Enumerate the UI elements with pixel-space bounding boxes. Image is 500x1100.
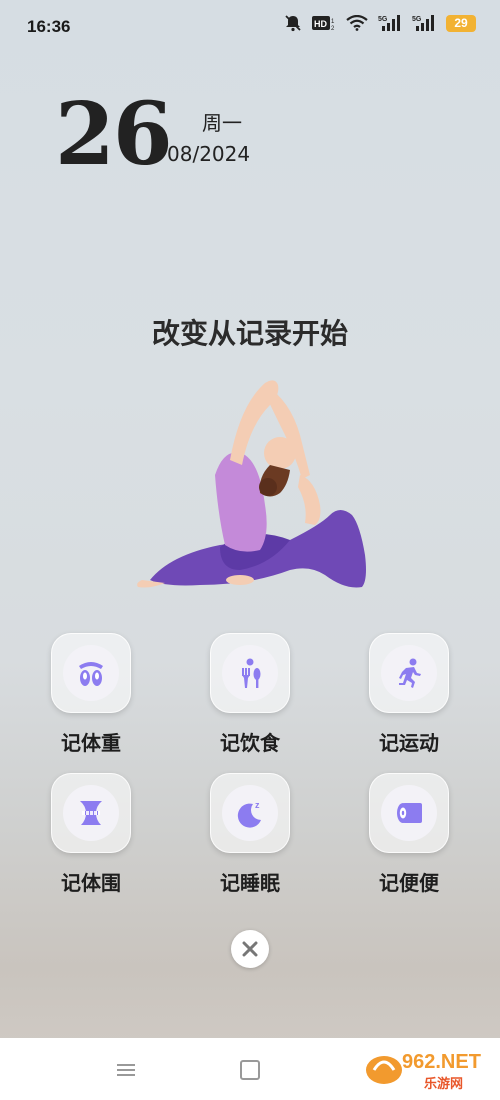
tile-sleep-label: 记睡眠 bbox=[220, 871, 280, 895]
tile-measure[interactable]: 记体围 bbox=[26, 773, 156, 896]
battery-indicator: 29 bbox=[446, 14, 476, 32]
navigation-bar: 962.NET 乐游网 bbox=[0, 1038, 500, 1100]
status-time: 16:36 bbox=[27, 17, 71, 36]
svg-text:z: z bbox=[255, 800, 260, 810]
svg-text:5G: 5G bbox=[412, 16, 422, 23]
weekday: 周一 bbox=[202, 111, 242, 135]
svg-text:2: 2 bbox=[331, 26, 335, 31]
signal-5g-icon: 5G bbox=[378, 15, 400, 31]
toilet-paper-icon bbox=[397, 803, 422, 823]
close-icon bbox=[242, 941, 258, 957]
site-watermark: 962.NET 乐游网 bbox=[366, 1051, 481, 1092]
tile-exercise-label: 记运动 bbox=[379, 731, 439, 755]
body-measure-icon bbox=[80, 801, 102, 825]
tile-poop[interactable]: 记便便 bbox=[344, 773, 474, 896]
status-icons: HD 1 2 5G 5G 29 bbox=[284, 14, 476, 32]
status-bar: 16:36 HD 1 2 5G 5G 29 bbox=[0, 0, 500, 56]
svg-text:HD: HD bbox=[314, 19, 327, 29]
menu-icon[interactable] bbox=[117, 1062, 135, 1078]
tile-measure-label: 记体围 bbox=[61, 871, 121, 895]
watermark-sub: 乐游网 bbox=[424, 1076, 463, 1092]
hd-icon: HD 1 2 bbox=[312, 16, 335, 31]
month-year: 08/2024 bbox=[167, 142, 251, 166]
svg-text:5G: 5G bbox=[378, 16, 388, 23]
tile-weight-label: 记体重 bbox=[61, 731, 121, 755]
watermark-brand: 962.NET bbox=[402, 1051, 481, 1073]
tile-exercise[interactable]: 记运动 bbox=[344, 633, 474, 756]
tile-diet-label: 记饮食 bbox=[220, 731, 280, 755]
svg-text:1: 1 bbox=[331, 19, 335, 25]
tile-poop-label: 记便便 bbox=[379, 871, 439, 895]
mute-bell-icon bbox=[285, 15, 301, 32]
tile-sleep[interactable]: z 记睡眠 bbox=[185, 773, 315, 896]
date-day: 26 bbox=[55, 84, 173, 185]
weight-feet-icon bbox=[79, 662, 103, 686]
tile-weight[interactable]: 记体重 bbox=[26, 633, 156, 756]
slogan: 改变从记录开始 bbox=[151, 317, 348, 350]
day-number: 26 bbox=[55, 84, 173, 185]
tile-diet[interactable]: 记饮食 bbox=[185, 633, 315, 756]
home-icon[interactable] bbox=[240, 1060, 260, 1080]
running-icon bbox=[399, 658, 421, 688]
moon-sleep-icon: z bbox=[237, 800, 261, 828]
utensils-icon bbox=[242, 658, 261, 688]
yoga-illustration bbox=[137, 380, 366, 588]
signal-5g-icon-2: 5G bbox=[412, 15, 434, 31]
wifi-icon bbox=[346, 15, 368, 31]
close-button[interactable] bbox=[231, 930, 269, 968]
